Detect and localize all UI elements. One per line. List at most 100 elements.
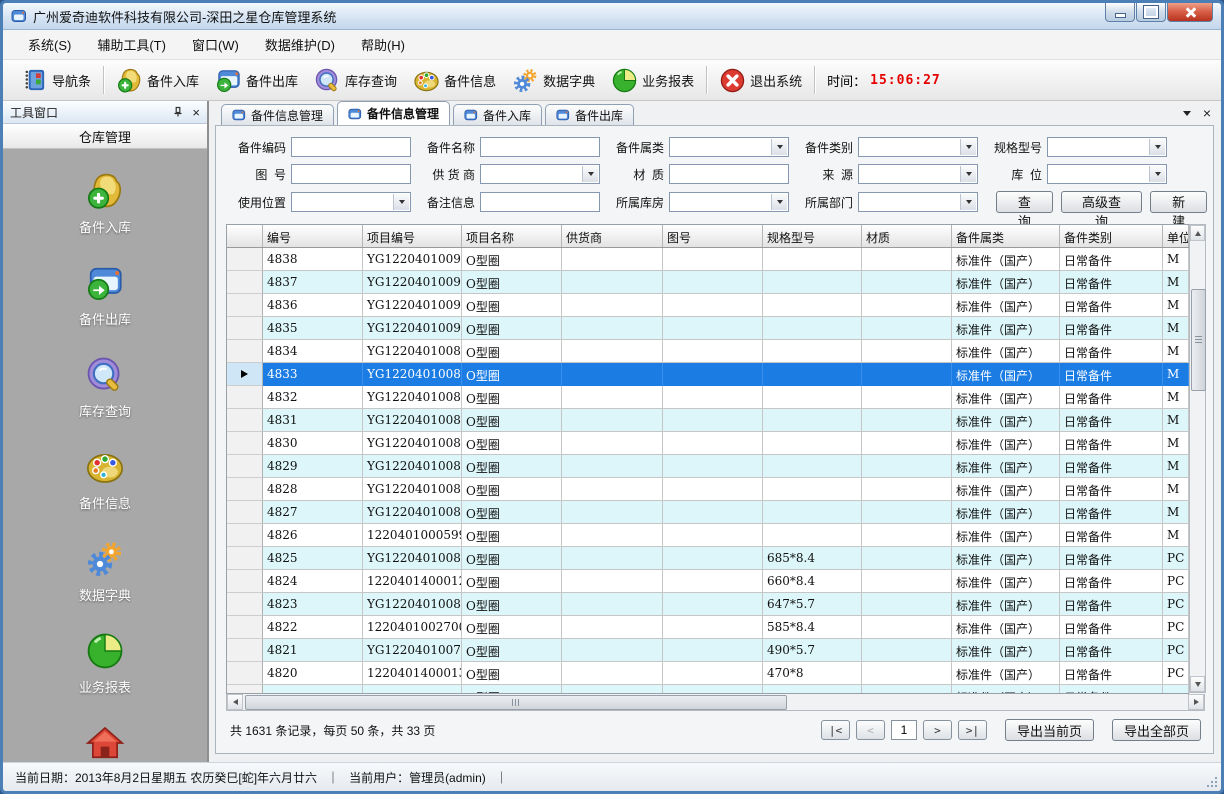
dropdown-arrow-icon[interactable] [960,194,976,210]
sidebar-item-parts-inbound[interactable]: 备件入库 [79,171,131,236]
toolbar-button-nav-bar[interactable]: 导航条 [13,64,99,97]
remark-text-input[interactable] [481,193,599,211]
warehouse-select[interactable] [669,192,789,212]
scroll-right-button[interactable] [1188,694,1204,710]
source-select[interactable] [858,164,978,184]
location-select[interactable] [1047,164,1167,184]
column-header-0[interactable] [227,225,263,247]
query-button[interactable]: 查询 [996,191,1053,213]
column-header-5[interactable]: 图号 [663,225,763,247]
close-button[interactable] [1167,3,1213,22]
toolbar-button-stock-query[interactable]: 库存查询 [306,64,405,97]
table-row[interactable]: 4833YG12204010088O型圈标准件（国产）日常备件M [227,363,1189,386]
table-row[interactable]: 4835YG12204010090O型圈标准件（国产）日常备件M [227,317,1189,340]
table-row[interactable]: 48201220401400013O型圈470*8标准件（国产）日常备件PC [227,662,1189,685]
part-code-input[interactable] [291,137,411,157]
table-row[interactable]: O型圈标准件（国产）日常备件 [227,685,1189,693]
horizontal-scroll-thumb[interactable] [245,695,787,710]
part-code-text-input[interactable] [292,138,410,156]
dropdown-arrow-icon[interactable] [960,139,976,155]
prev-page-button[interactable]: < [856,720,885,740]
column-header-3[interactable]: 项目名称 [462,225,562,247]
new-button[interactable]: 新建 [1150,191,1207,213]
toolbar-button-parts-outbound[interactable]: 备件出库 [207,64,306,97]
table-row[interactable]: 4825YG12204010081O型圈685*8.4标准件（国产）日常备件PC [227,547,1189,570]
table-row[interactable]: 4837YG12204010092O型圈标准件（国产）日常备件M [227,271,1189,294]
column-header-2[interactable]: 项目编号 [363,225,462,247]
horizontal-scrollbar[interactable] [226,694,1205,711]
sidebar-item-business-report[interactable]: 业务报表 [79,631,131,696]
sidebar-item-stock-query[interactable]: 库存查询 [79,355,131,420]
table-row[interactable]: 4834YG12204010089O型圈标准件（国产）日常备件M [227,340,1189,363]
advanced-query-button[interactable]: 高级查询 [1061,191,1143,213]
page-number-input[interactable] [891,720,917,740]
column-header-9[interactable]: 备件类别 [1060,225,1163,247]
table-row[interactable]: 4829YG12204010084O型圈标准件（国产）日常备件M [227,455,1189,478]
remark-input[interactable] [480,192,600,212]
toolbar-button-business-report[interactable]: 业务报表 [603,64,702,97]
scroll-left-button[interactable] [227,694,243,710]
supplier-select[interactable] [480,164,600,184]
export-all-pages-button[interactable]: 导出全部页 [1112,719,1201,741]
spec-model-select[interactable] [1047,137,1167,157]
usage-position-select[interactable] [291,192,411,212]
next-page-button[interactable]: > [923,720,952,740]
part-class-select[interactable] [858,137,978,157]
table-row[interactable]: 4823YG12204010080O型圈647*5.7标准件（国产）日常备件PC [227,593,1189,616]
pin-icon[interactable] [172,106,184,118]
tab-parts-info-mgmt-2[interactable]: 备件信息管理 [337,101,450,125]
tab-parts-inbound[interactable]: 备件入库 [453,104,542,125]
material-text-input[interactable] [670,165,788,183]
menu-item-4[interactable]: 帮助(H) [348,30,418,59]
department-select[interactable] [858,192,978,212]
menu-item-0[interactable]: 系统(S) [15,30,84,59]
minimize-button[interactable] [1105,3,1135,22]
sidebar-item-data-dictionary[interactable]: 数据字典 [79,539,131,604]
sidebar-item-parts-outbound[interactable]: 备件出库 [79,263,131,328]
scroll-down-button[interactable] [1190,676,1205,692]
menu-item-3[interactable]: 数据维护(D) [252,30,348,59]
sidebar-close-icon[interactable]: × [192,106,200,119]
last-page-button[interactable]: >| [958,720,987,740]
toolbar-button-parts-inbound[interactable]: 备件入库 [108,64,207,97]
column-header-8[interactable]: 备件属类 [952,225,1060,247]
maximize-button[interactable] [1136,3,1166,22]
column-header-7[interactable]: 材质 [862,225,952,247]
column-header-10[interactable]: 单位 [1163,225,1189,247]
column-header-1[interactable]: 编号 [263,225,363,247]
menu-item-2[interactable]: 窗口(W) [179,30,252,59]
part-name-input[interactable] [480,137,600,157]
table-row[interactable]: 4830YG12204010085O型圈标准件（国产）日常备件M [227,432,1189,455]
dropdown-arrow-icon[interactable] [771,139,787,155]
sidebar-item-warehouse-mgmt[interactable]: 库房管理 [79,723,131,762]
table-row[interactable]: 48261220401000599O型圈标准件（国产）日常备件M [227,524,1189,547]
toolbar-button-exit-system[interactable]: 退出系统 [711,64,810,97]
dropdown-arrow-icon[interactable] [393,194,409,210]
part-category-select[interactable] [669,137,789,157]
table-row[interactable]: 48221220401002700O型圈585*8.4标准件（国产）日常备件PC [227,616,1189,639]
column-header-4[interactable]: 供货商 [562,225,663,247]
table-row[interactable]: 4831YG12204010086O型圈标准件（国产）日常备件M [227,409,1189,432]
table-row[interactable]: 4821YG12204010079O型圈490*5.7标准件（国产）日常备件PC [227,639,1189,662]
table-row[interactable]: 4836YG12204010091O型圈标准件（国产）日常备件M [227,294,1189,317]
toolbar-button-data-dictionary[interactable]: 数据字典 [504,64,603,97]
vertical-scroll-thumb[interactable] [1191,289,1206,391]
table-row[interactable]: 4828YG12204010083O型圈标准件（国产）日常备件M [227,478,1189,501]
tab-parts-outbound[interactable]: 备件出库 [545,104,634,125]
scroll-up-button[interactable] [1190,225,1205,241]
dropdown-arrow-icon[interactable] [582,166,598,182]
dropdown-arrow-icon[interactable] [960,166,976,182]
part-name-text-input[interactable] [481,138,599,156]
dropdown-arrow-icon[interactable] [1149,166,1165,182]
toolbar-button-parts-info[interactable]: 备件信息 [405,64,504,97]
vertical-scrollbar[interactable] [1189,224,1206,693]
table-row[interactable]: 4838YG12204010093O型圈标准件（国产）日常备件M [227,248,1189,271]
table-row[interactable]: 4832YG12204010087O型圈标准件（国产）日常备件M [227,386,1189,409]
dropdown-arrow-icon[interactable] [771,194,787,210]
tab-close-icon[interactable]: × [1203,106,1211,120]
tab-parts-info-mgmt-1[interactable]: 备件信息管理 [221,104,334,125]
column-header-6[interactable]: 规格型号 [763,225,862,247]
sidebar-item-parts-info[interactable]: 备件信息 [79,447,131,512]
table-row[interactable]: 48241220401400012O型圈660*8.4标准件（国产）日常备件PC [227,570,1189,593]
drawing-no-input[interactable] [291,164,411,184]
